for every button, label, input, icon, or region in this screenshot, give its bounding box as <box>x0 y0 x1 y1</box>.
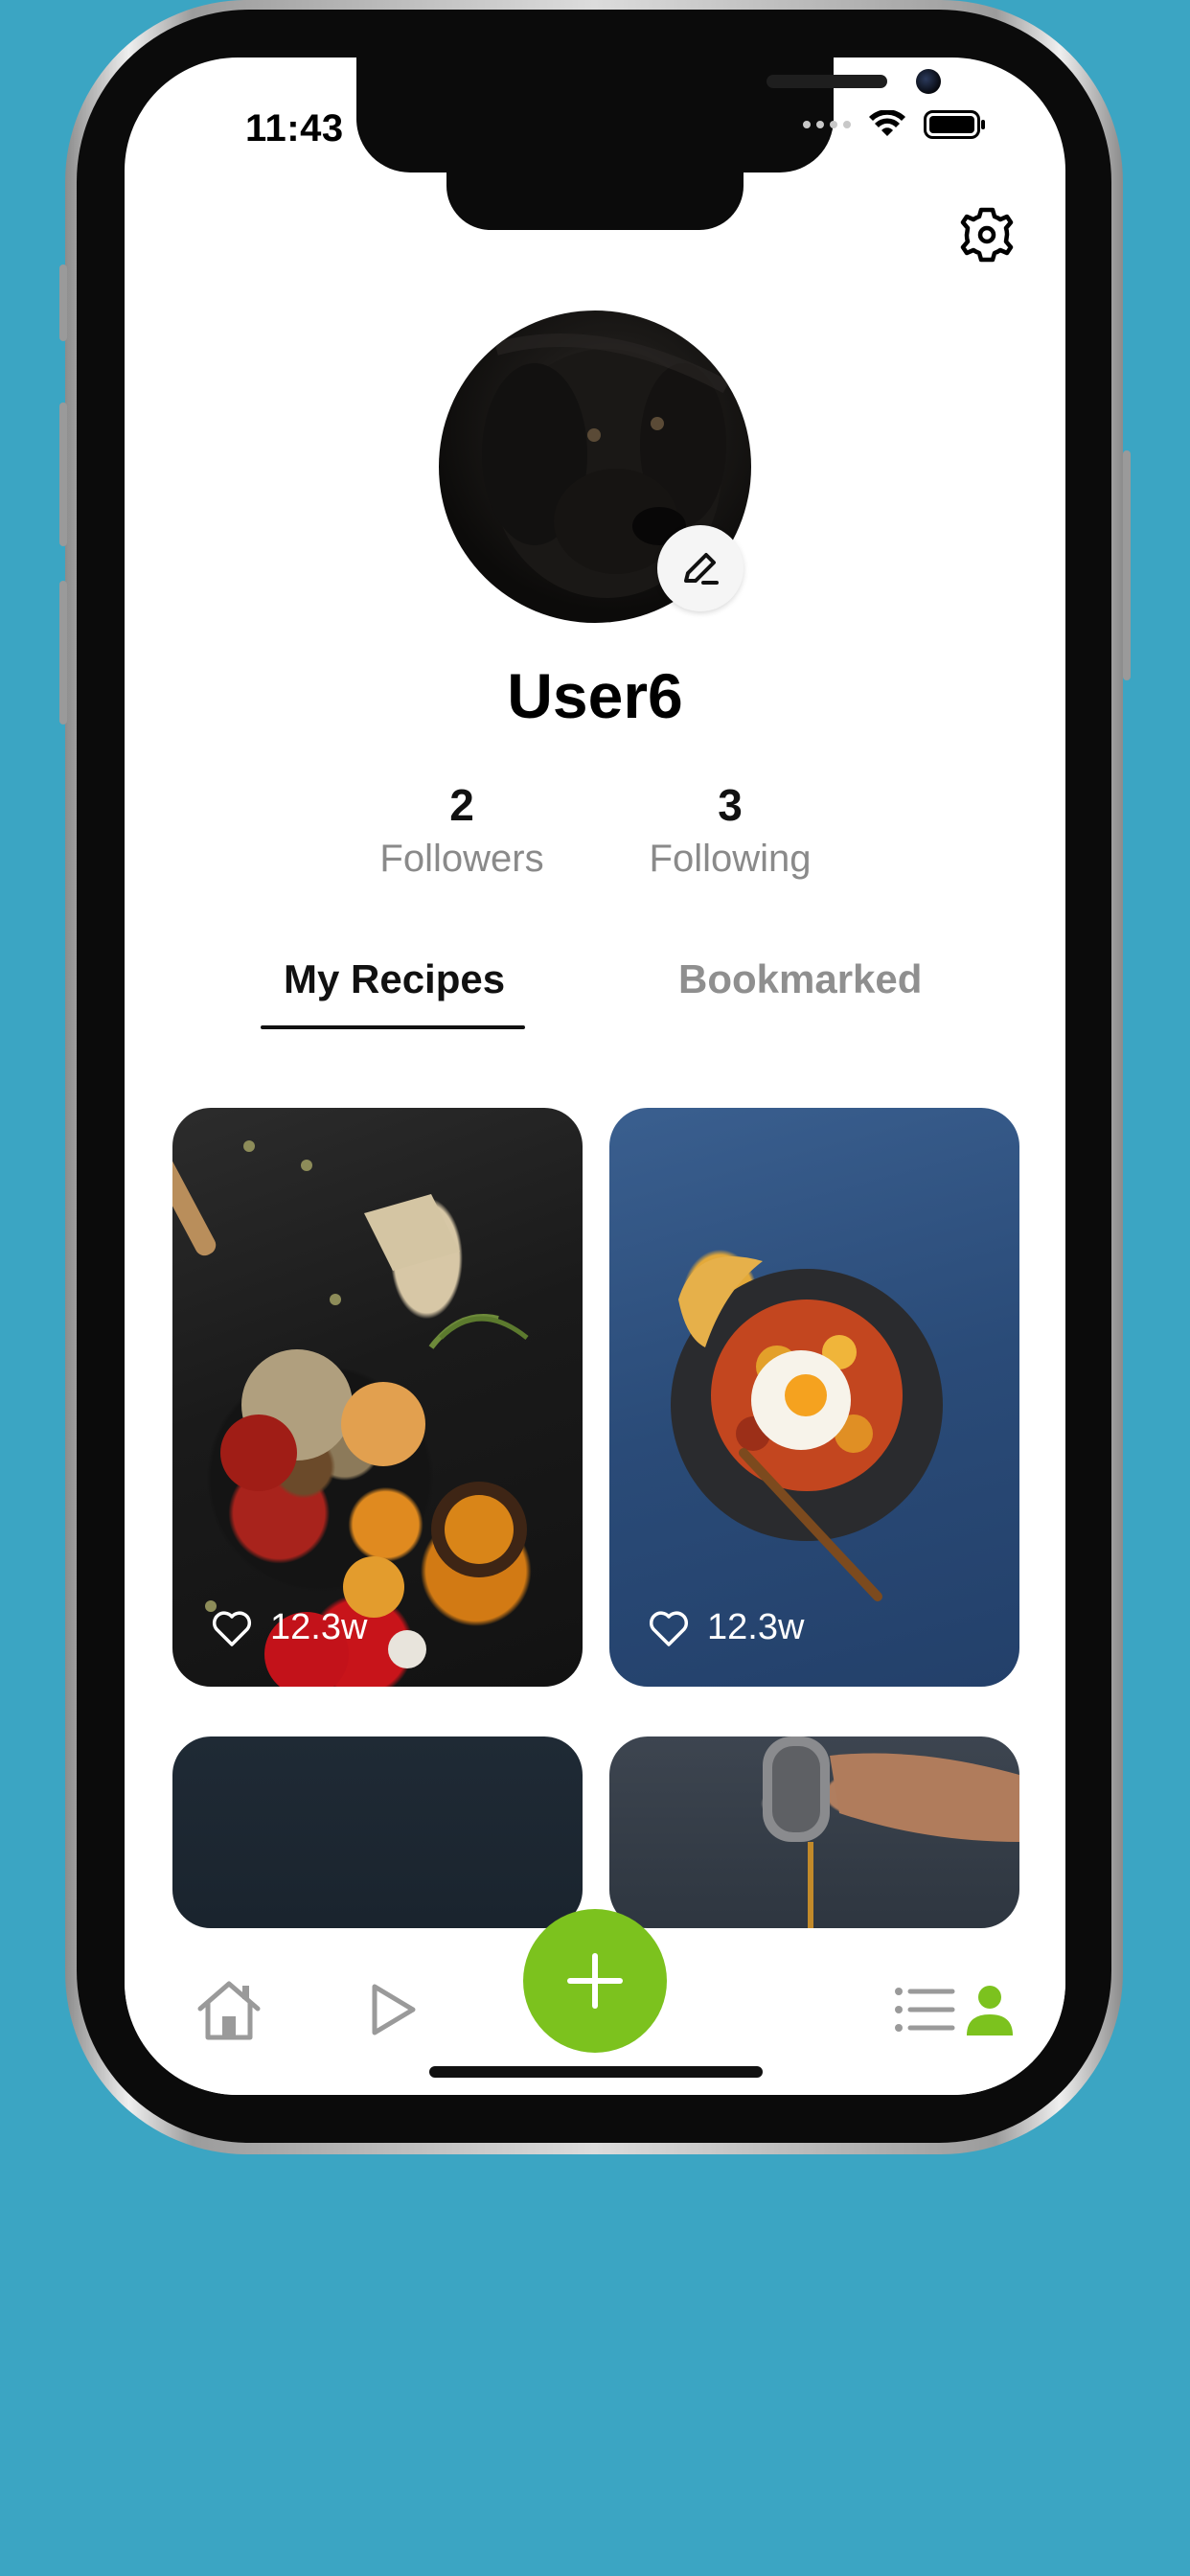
following-count: 3 <box>718 780 743 830</box>
volume-up-button <box>59 402 67 546</box>
plus-icon <box>567 1953 623 2009</box>
home-icon <box>197 1981 261 2040</box>
add-recipe-button[interactable] <box>523 1909 667 2053</box>
power-button <box>1123 450 1131 680</box>
oil-pour-photo <box>763 1736 1019 1928</box>
recipe-card[interactable] <box>172 1736 583 1928</box>
hash-egg-photo <box>671 1256 943 1601</box>
gear-icon <box>960 207 1014 263</box>
device-stage: 11:43 User6 2 Followers 3 Following My R… <box>0 0 1190 2576</box>
followers-count: 2 <box>449 780 474 830</box>
nav-profile[interactable] <box>1042 1966 1043 1967</box>
recipe-like-count: 12.3w <box>648 1607 804 1648</box>
active-tab-indicator <box>261 1025 525 1029</box>
tab-my-recipes[interactable]: My Recipes <box>284 956 505 1002</box>
cellular-signal-icon <box>803 121 851 128</box>
home-indicator[interactable] <box>429 2066 763 2078</box>
likes-text: 12.3w <box>270 1607 368 1647</box>
settings-button[interactable] <box>949 196 1025 273</box>
recipe-like-count: 12.3w <box>211 1607 367 1648</box>
recipe-card[interactable]: 12.3w <box>172 1108 583 1687</box>
nav-play[interactable] <box>349 1966 435 2053</box>
status-icons <box>803 110 987 139</box>
nav-home[interactable] <box>186 1966 272 2053</box>
recipe-card[interactable]: 12.3w <box>609 1108 1019 1687</box>
wifi-icon <box>869 110 905 136</box>
notch-lower <box>446 153 744 230</box>
app-screen: 11:43 User6 2 Followers 3 Following My R… <box>125 58 1065 2095</box>
followers-label: Followers <box>379 838 544 880</box>
front-camera <box>916 69 941 94</box>
heart-icon[interactable] <box>648 1609 690 1647</box>
spices-photo <box>172 1140 529 1687</box>
battery-icon <box>924 110 985 139</box>
following-stat[interactable]: 3 Following <box>625 778 835 886</box>
volume-down-button <box>59 581 67 724</box>
mute-switch <box>59 264 67 341</box>
edit-avatar-button[interactable] <box>657 525 744 611</box>
tab-bookmarked[interactable]: Bookmarked <box>678 956 922 1002</box>
likes-text: 12.3w <box>707 1607 805 1647</box>
earpiece-speaker <box>767 75 887 88</box>
heart-icon[interactable] <box>211 1609 253 1647</box>
followers-stat[interactable]: 2 Followers <box>356 778 567 886</box>
nav-profile-active[interactable] <box>947 1966 1033 2053</box>
following-label: Following <box>649 838 812 880</box>
pencil-icon <box>684 553 719 585</box>
person-icon <box>967 1986 1013 2036</box>
play-icon <box>372 1984 416 2036</box>
status-time: 11:43 <box>245 107 344 150</box>
recipe-card[interactable] <box>609 1736 1019 1928</box>
profile-username: User6 <box>507 660 683 731</box>
